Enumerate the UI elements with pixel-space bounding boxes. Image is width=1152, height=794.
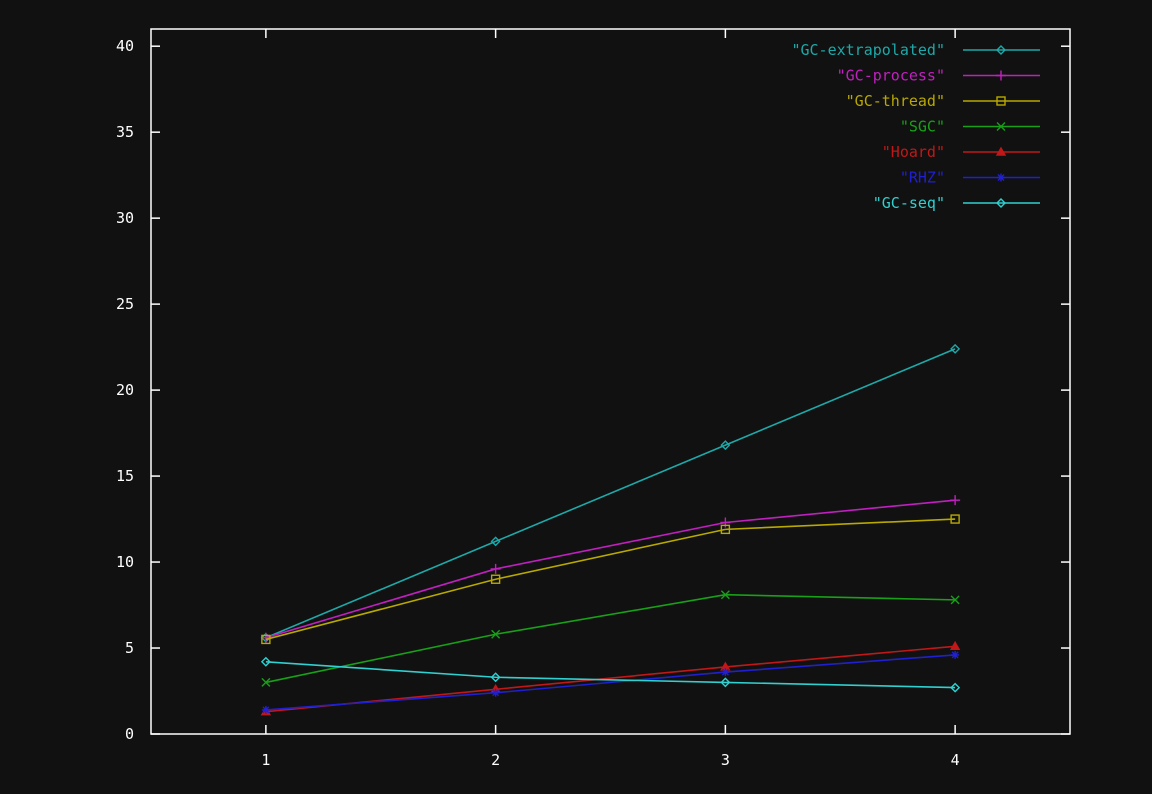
y-tick-label: 35: [116, 123, 134, 141]
y-tick-label: 10: [116, 553, 134, 571]
legend-marker: [996, 70, 1006, 81]
x-tick-label: 4: [951, 751, 960, 769]
series-line: [265, 654, 956, 711]
data-point: [950, 495, 961, 506]
data-point: [951, 650, 960, 659]
y-tick-label: 5: [125, 639, 134, 657]
data-point: [261, 705, 270, 714]
legend-label: "GC-process": [837, 67, 945, 85]
legend-marker: [997, 173, 1005, 182]
legend-label: "GC-seq": [873, 194, 945, 212]
series-line: [265, 518, 956, 641]
tick-labels: 0 5 10 15 20 25 30 35 40 1 2 3 4: [116, 37, 960, 769]
series-lines: [260, 343, 961, 716]
x-tick-label: 2: [491, 751, 500, 769]
y-tick-label: 0: [125, 725, 134, 743]
y-tick-label: 20: [116, 381, 134, 399]
series-3: [261, 590, 960, 687]
y-tick-label: 40: [116, 37, 134, 55]
legend-label: "SGC": [900, 118, 945, 136]
series-line: [265, 660, 956, 689]
x-tick-label: 3: [721, 751, 730, 769]
x-tick-label: 1: [261, 751, 270, 769]
legend: "GC-extrapolated" "GC-process" "GC-thread"…: [791, 41, 1040, 212]
series-2: [261, 514, 960, 645]
y-tick-label: 30: [116, 209, 134, 227]
line-chart: 05101520253035401 2 3 4 "GC-extrapolated""G…: [116, 28, 1071, 769]
data-point: [491, 688, 500, 697]
series-4: [260, 640, 961, 716]
data-point: [490, 563, 501, 574]
legend-label: "Hoard": [882, 143, 945, 161]
data-point: [949, 640, 961, 651]
y-tick-label: 15: [116, 467, 134, 485]
series-1: [260, 495, 961, 643]
legend-label: "RHZ": [900, 169, 945, 187]
legend-label: "GC-thread": [846, 92, 945, 110]
legend-label: "GC-extrapolated": [791, 41, 945, 59]
y-tick-label: 25: [116, 295, 134, 313]
series-line: [265, 499, 956, 639]
series-line: [265, 348, 956, 639]
series-5: [261, 650, 960, 714]
data-point: [721, 668, 730, 677]
legend-marker: [995, 146, 1007, 156]
